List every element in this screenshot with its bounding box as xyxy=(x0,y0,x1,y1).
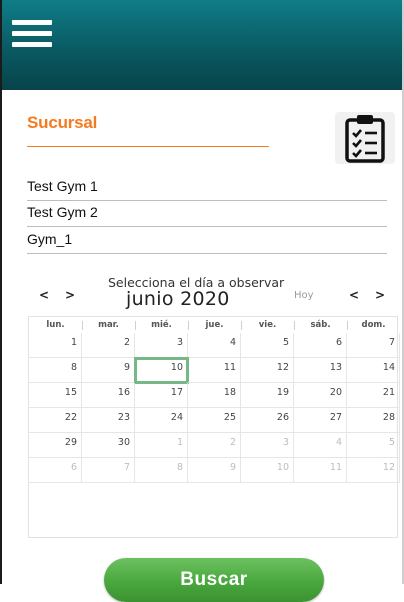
weekday-label: mar. xyxy=(98,320,119,330)
weekday-label: mié. xyxy=(151,320,172,330)
chevron-right-icon[interactable]: > xyxy=(60,287,80,303)
branch-item[interactable]: Gym_1 xyxy=(27,229,387,254)
calendar-day[interactable]: 4 xyxy=(188,333,241,358)
weekday-label: sáb. xyxy=(310,320,331,330)
calendar-day[interactable]: 8 xyxy=(29,358,82,383)
calendar-day-outside-month[interactable]: 12 xyxy=(347,458,400,483)
weekday-separator xyxy=(241,321,242,330)
section-underline xyxy=(27,146,269,147)
calendar-day[interactable]: 21 xyxy=(347,383,400,408)
calendar-day[interactable]: 24 xyxy=(135,408,188,433)
calendar-month-label: junio 2020 xyxy=(126,288,230,310)
chevron-left-icon[interactable]: < xyxy=(344,287,364,303)
calendar-day[interactable]: 15 xyxy=(29,383,82,408)
weekday-label: vie. xyxy=(258,320,277,330)
weekday-separator xyxy=(347,321,348,330)
weekday-label: jue. xyxy=(205,320,224,330)
search-button[interactable]: Buscar xyxy=(104,558,324,602)
calendar-day[interactable]: 12 xyxy=(241,358,294,383)
calendar-day[interactable]: 20 xyxy=(294,383,347,408)
calendar-day-outside-month[interactable]: 7 xyxy=(82,458,135,483)
calendar-day[interactable]: 17 xyxy=(135,383,188,408)
calendar-day-outside-month[interactable]: 3 xyxy=(241,433,294,458)
chevron-left-icon[interactable]: < xyxy=(34,287,54,303)
calendar-day-outside-month[interactable]: 4 xyxy=(294,433,347,458)
calendar-day[interactable]: 28 xyxy=(347,408,400,433)
calendar-day-outside-month[interactable]: 8 xyxy=(135,458,188,483)
calendar-day[interactable]: 10 xyxy=(134,357,189,384)
calendar-grid: lun. mar. mié. jue. vie. sáb. dom. 1 2 3 4 5 6 7 8 9 10… xyxy=(28,316,400,538)
weekday-header: lun. mar. mié. jue. vie. sáb. dom. xyxy=(29,317,399,333)
calendar-day[interactable]: 19 xyxy=(241,383,294,408)
weekday-separator xyxy=(188,321,189,330)
today-button[interactable]: Hoy xyxy=(294,290,314,301)
hamburger-menu-icon[interactable] xyxy=(12,20,52,48)
month-nav-group: < > xyxy=(340,287,394,303)
calendar-day[interactable]: 26 xyxy=(241,408,294,433)
calendar-day-outside-month[interactable]: 6 xyxy=(29,458,82,483)
calendar-day[interactable]: 16 xyxy=(82,383,135,408)
calendar-day[interactable]: 9 xyxy=(82,358,135,383)
top-app-bar xyxy=(2,0,402,90)
weekday-separator xyxy=(294,321,295,330)
month-nav-group: < > xyxy=(30,287,84,303)
section-title: Sucursal xyxy=(27,113,98,132)
calendar-day-outside-month[interactable]: 2 xyxy=(188,433,241,458)
date-picker: Selecciona el día a observar junio 2020 … xyxy=(28,270,400,540)
calendar-day-outside-month[interactable]: 11 xyxy=(294,458,347,483)
calendar-day[interactable]: 27 xyxy=(294,408,347,433)
weekday-separator xyxy=(135,321,136,330)
calendar-day[interactable]: 5 xyxy=(241,333,294,358)
calendar-day-outside-month[interactable]: 9 xyxy=(188,458,241,483)
calendar-day[interactable]: 14 xyxy=(347,358,400,383)
weekday-label: dom. xyxy=(361,320,386,330)
calendar-day[interactable]: 7 xyxy=(347,333,400,358)
calendar-day[interactable]: 25 xyxy=(188,408,241,433)
calendar-day[interactable]: 23 xyxy=(82,408,135,433)
calendar-day[interactable]: 1 xyxy=(29,333,82,358)
calendar-day[interactable]: 6 xyxy=(294,333,347,358)
calendar-day[interactable]: 11 xyxy=(188,358,241,383)
calendar-day[interactable]: 29 xyxy=(29,433,82,458)
branch-item[interactable]: Test Gym 2 xyxy=(27,202,387,227)
clipboard-checklist-icon xyxy=(345,115,385,163)
weekday-separator xyxy=(82,321,83,330)
calendar-day-outside-month[interactable]: 5 xyxy=(347,433,400,458)
calendar-day[interactable]: 3 xyxy=(135,333,188,358)
chevron-right-icon[interactable]: > xyxy=(370,287,390,303)
calendar-day[interactable]: 22 xyxy=(29,408,82,433)
calendar-day[interactable]: 18 xyxy=(188,383,241,408)
weekday-label: lun. xyxy=(46,320,65,330)
calendar-day[interactable]: 2 xyxy=(82,333,135,358)
calendar-day-outside-month[interactable]: 1 xyxy=(135,433,188,458)
report-button[interactable] xyxy=(335,112,395,164)
calendar-day[interactable]: 30 xyxy=(82,433,135,458)
calendar-day-outside-month[interactable]: 10 xyxy=(241,458,294,483)
calendar-day[interactable]: 13 xyxy=(294,358,347,383)
branch-item[interactable]: Test Gym 1 xyxy=(27,176,387,201)
